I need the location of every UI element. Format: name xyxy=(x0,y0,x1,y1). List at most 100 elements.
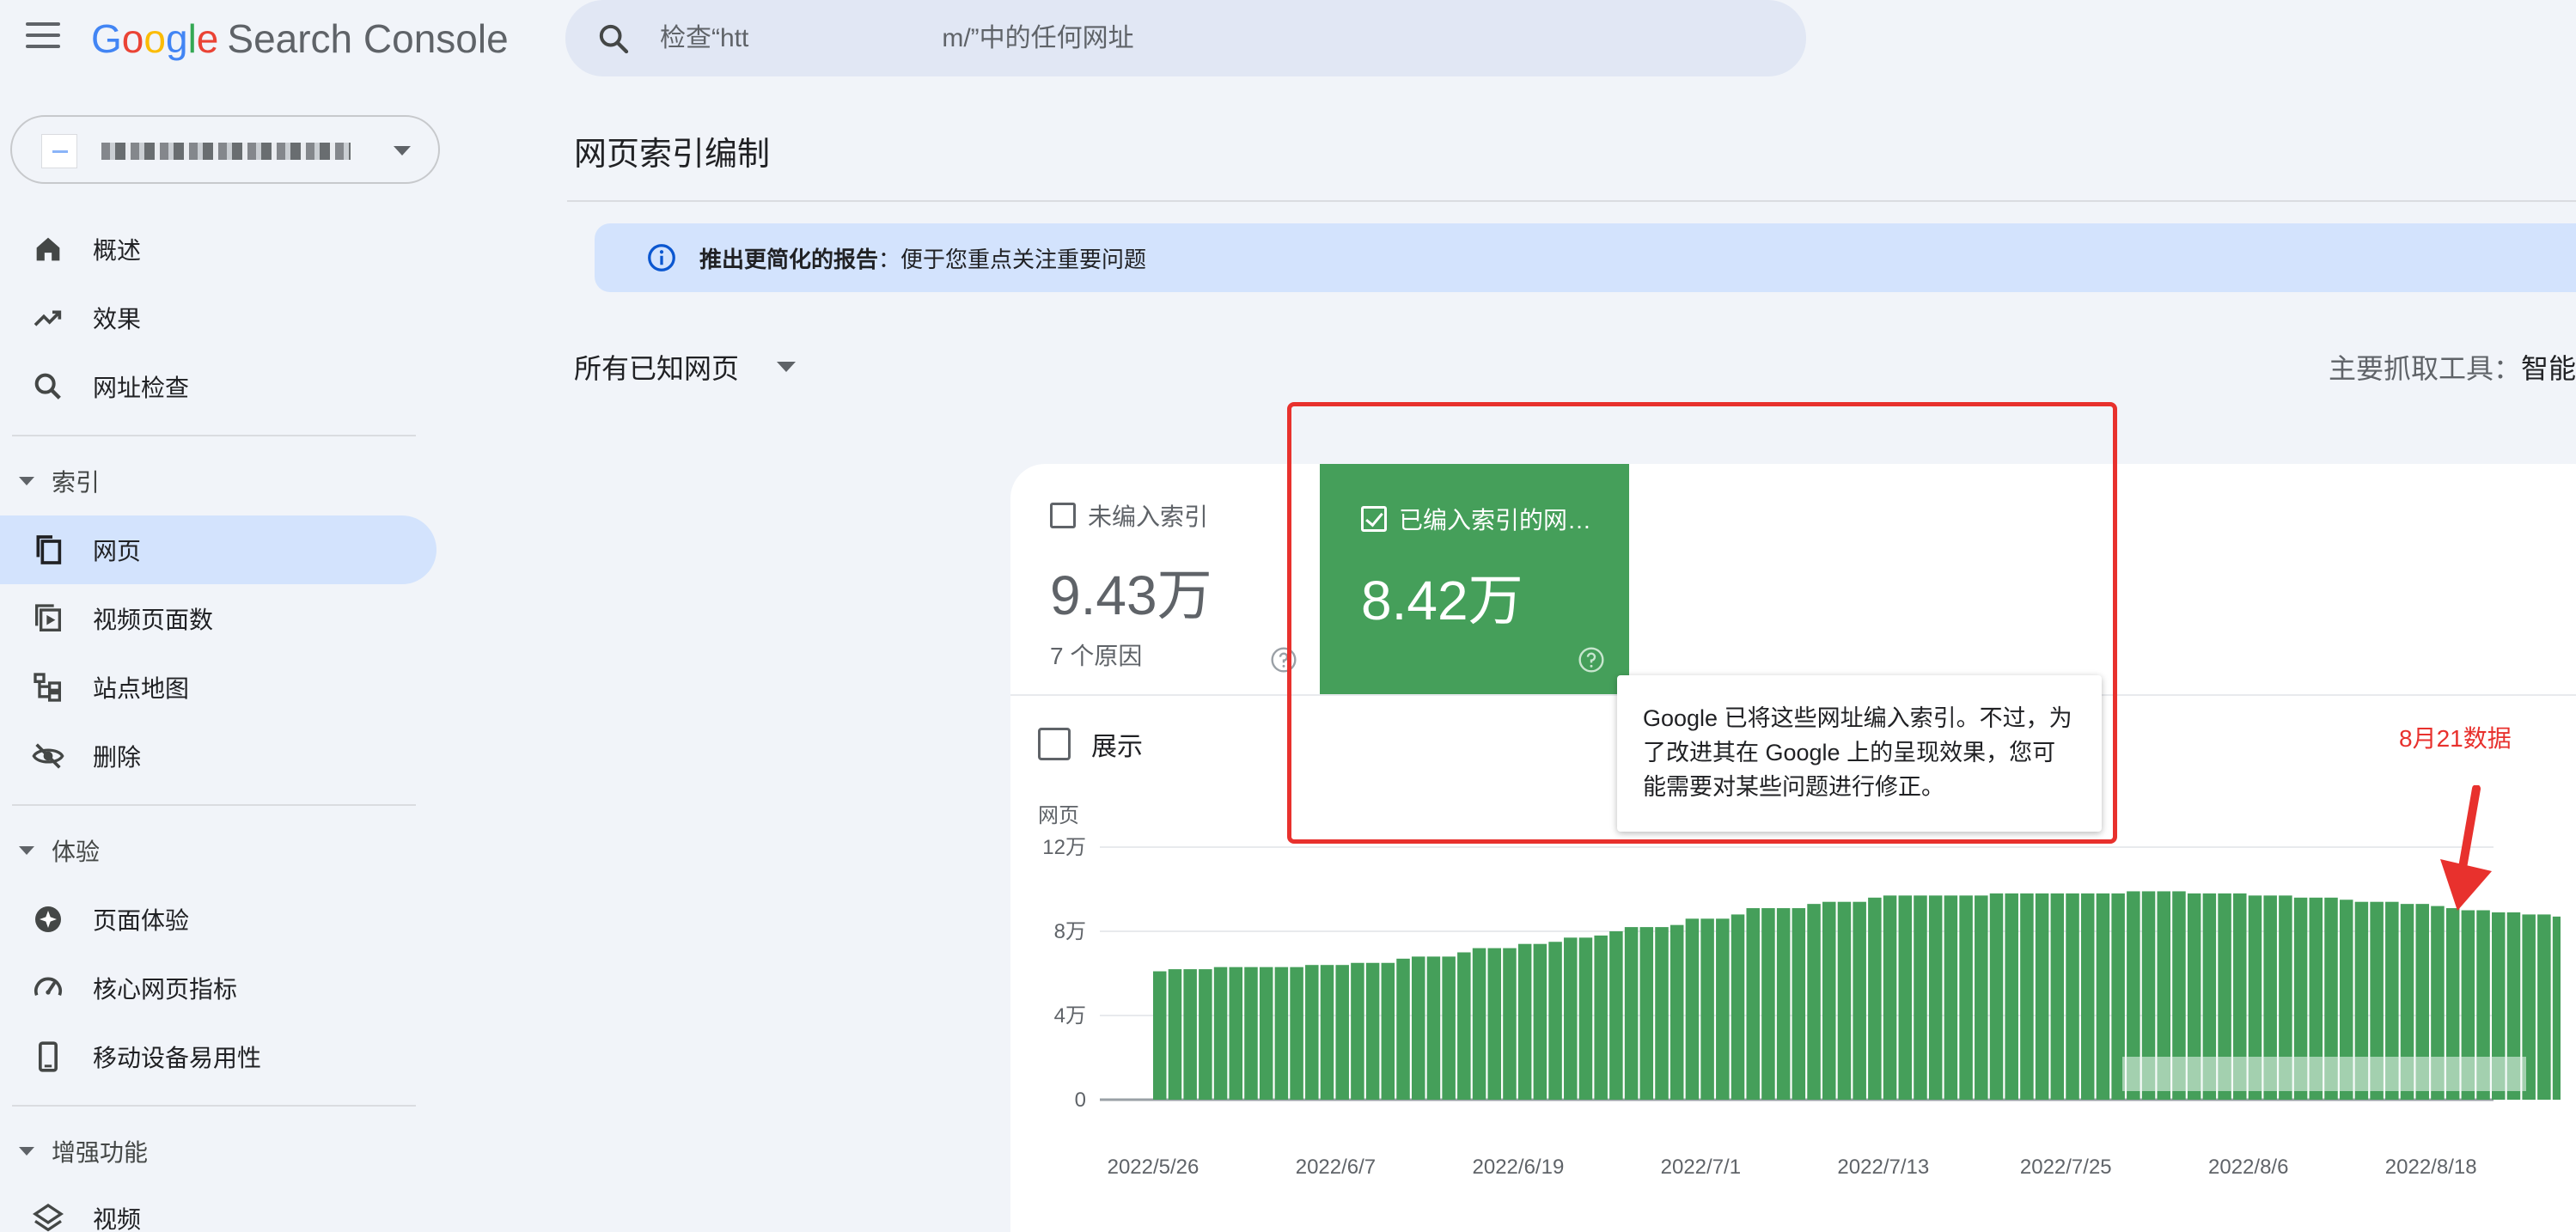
chart-bar[interactable] xyxy=(1335,965,1349,1100)
info-banner[interactable]: 推出更简化的报告 ：便于您重点关注重要问题 xyxy=(595,223,2576,292)
chart-bar[interactable] xyxy=(1548,942,1562,1100)
chart-bar[interactable] xyxy=(1898,895,1913,1100)
sidebar-item-overview[interactable]: 概述 xyxy=(0,215,436,284)
chart-bar[interactable] xyxy=(1320,965,1334,1100)
chart-bar[interactable] xyxy=(1746,908,1760,1100)
chart-bar[interactable] xyxy=(1883,895,1897,1100)
chart-bar[interactable] xyxy=(2035,893,2049,1100)
chart-bar[interactable] xyxy=(1244,967,1258,1100)
chart-bar[interactable] xyxy=(2020,893,2034,1100)
chart-bar[interactable] xyxy=(1503,948,1517,1100)
url-inspection-input[interactable] xyxy=(660,23,1691,53)
chart-bar[interactable] xyxy=(1213,967,1228,1100)
chart-bar[interactable] xyxy=(1944,895,1958,1100)
chart-bar[interactable] xyxy=(1868,897,1882,1100)
chart-bar[interactable] xyxy=(1426,956,1441,1100)
chart-bar[interactable] xyxy=(1442,956,1456,1100)
chart-bar[interactable] xyxy=(1989,893,2004,1100)
chart-bar[interactable] xyxy=(1487,948,1502,1100)
sidebar-divider xyxy=(12,435,416,436)
property-selector[interactable] xyxy=(10,115,440,184)
chart-bar[interactable] xyxy=(2537,914,2551,1100)
chart-bar[interactable] xyxy=(2080,893,2095,1100)
chart-bar[interactable] xyxy=(1822,901,1836,1100)
sidebar-item-label: 概述 xyxy=(93,237,142,264)
checkbox-unchecked[interactable] xyxy=(1050,503,1076,528)
metric-not-indexed[interactable]: 未编入索引 9.43万 7 个原因 xyxy=(1050,498,1212,672)
chart-bar[interactable] xyxy=(1381,962,1395,1100)
sidebar-item-mobile-usability[interactable]: 移动设备易用性 xyxy=(0,1022,436,1091)
checkbox-unchecked[interactable] xyxy=(1038,728,1071,760)
y-axis-title: 网页 xyxy=(1038,804,1079,827)
chart-bar[interactable] xyxy=(1183,969,1197,1100)
sidebar-item-core-web-vitals[interactable]: 核心网页指标 xyxy=(0,954,436,1022)
chart-bar[interactable] xyxy=(1670,924,1684,1100)
chart-bar[interactable] xyxy=(1853,901,1866,1100)
chart-bar[interactable] xyxy=(2552,916,2561,1100)
chart-bar[interactable] xyxy=(1776,908,1791,1100)
chart-bar[interactable] xyxy=(1290,967,1303,1100)
chart-bar[interactable] xyxy=(1351,962,1364,1100)
chart-bar[interactable] xyxy=(1655,927,1669,1100)
chart-bar[interactable] xyxy=(1153,971,1167,1100)
chart-bar[interactable] xyxy=(1457,952,1471,1101)
sidebar-item-url-inspection[interactable]: 网址检查 xyxy=(0,352,436,421)
chart-bar[interactable] xyxy=(1761,908,1775,1100)
chart-bar[interactable] xyxy=(1274,967,1289,1100)
chart-bar[interactable] xyxy=(1700,918,1714,1100)
chart-bar[interactable] xyxy=(1685,918,1700,1100)
sidebar-section-enhancements[interactable]: 增强功能 xyxy=(0,1125,430,1177)
chart-bar[interactable] xyxy=(2050,893,2065,1100)
search-console-logo[interactable]: Google Search Console xyxy=(91,14,509,64)
chart-bar[interactable] xyxy=(1168,969,1182,1100)
page-filter-dropdown[interactable]: 所有已知网页 xyxy=(574,347,797,387)
chart-bar[interactable] xyxy=(1365,962,1380,1100)
chart-bar[interactable] xyxy=(1959,895,1973,1100)
metric-value: 9.43万 xyxy=(1050,564,1212,626)
sidebar-item-sitemaps[interactable]: 站点地图 xyxy=(0,653,436,722)
chart-bar[interactable] xyxy=(1609,931,1623,1100)
chart-bar[interactable] xyxy=(1928,895,1943,1100)
sidebar-section-index[interactable]: 索引 xyxy=(0,455,430,507)
chart-bar[interactable] xyxy=(2096,893,2110,1100)
chart-bar[interactable] xyxy=(1624,927,1639,1100)
video-pages-icon xyxy=(35,604,61,631)
chart-bar[interactable] xyxy=(1533,943,1547,1100)
chart-bar[interactable] xyxy=(1914,895,1927,1100)
chart-bar[interactable] xyxy=(1564,937,1578,1100)
section-label: 体验 xyxy=(52,839,101,865)
chart-bar[interactable] xyxy=(2066,893,2079,1100)
chart-bar[interactable] xyxy=(1837,901,1852,1100)
chart-bar[interactable] xyxy=(1472,948,1486,1100)
url-inspection-search-bar[interactable] xyxy=(565,0,1806,76)
sidebar-section-experience[interactable]: 体验 xyxy=(0,825,430,876)
chart-bar[interactable] xyxy=(1259,967,1273,1100)
sidebar-item-video-pages[interactable]: 视频页面数 xyxy=(0,584,436,653)
chart-bar[interactable] xyxy=(1578,937,1593,1100)
chart-bar[interactable] xyxy=(1792,908,1806,1100)
chart-bar[interactable] xyxy=(1807,904,1821,1100)
chart-bar[interactable] xyxy=(1229,967,1243,1100)
sidebar-item-page-experience[interactable]: 页面体验 xyxy=(0,885,436,954)
chart-bar[interactable] xyxy=(2005,893,2018,1100)
chart-bar[interactable] xyxy=(1716,918,1730,1100)
sidebar-item-performance[interactable]: 效果 xyxy=(0,284,436,352)
chart-bar[interactable] xyxy=(1305,965,1319,1100)
chart-bar[interactable] xyxy=(1639,927,1654,1100)
show-toggle[interactable]: 展示 xyxy=(1038,725,1143,763)
chart-bar[interactable] xyxy=(1594,935,1608,1100)
layers-icon xyxy=(32,1203,64,1232)
chart-bar[interactable] xyxy=(1199,969,1212,1100)
sidebar-item-pages[interactable]: 网页 xyxy=(0,515,436,584)
chart-bar[interactable] xyxy=(1396,958,1410,1100)
chart-bar[interactable] xyxy=(1517,943,1532,1100)
sidebar-item-removals[interactable]: 删除 xyxy=(0,722,436,790)
chevron-down-icon xyxy=(777,362,797,372)
collapse-triangle-icon xyxy=(19,477,34,485)
main-menu-icon[interactable] xyxy=(26,22,60,50)
chart-bar[interactable] xyxy=(1731,914,1745,1100)
show-label: 展示 xyxy=(1091,733,1143,761)
chart-bar[interactable] xyxy=(1975,895,1988,1100)
chart-bar[interactable] xyxy=(1411,956,1425,1100)
sidebar-item-videos[interactable]: 视频 xyxy=(0,1184,436,1232)
